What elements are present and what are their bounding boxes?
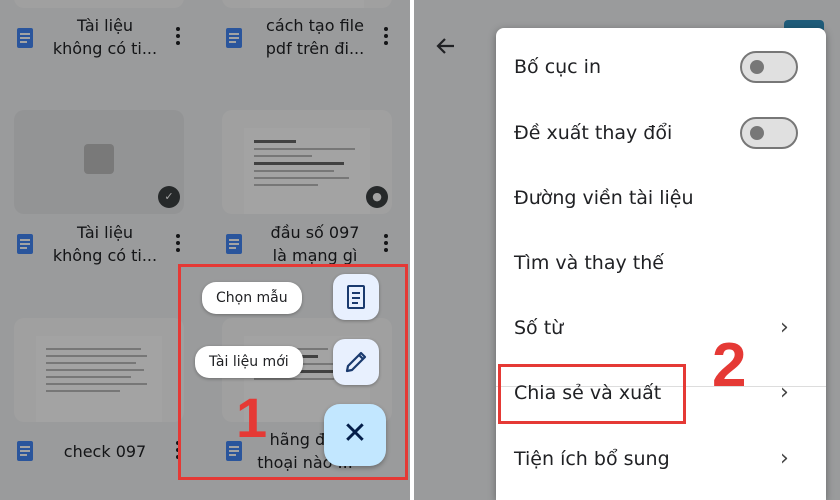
- step-number-1: 1: [236, 386, 268, 449]
- menu-item-print-layout[interactable]: Bố cục in: [496, 34, 826, 100]
- highlight-box-step2: [498, 364, 686, 424]
- chevron-right-icon: ›: [780, 380, 789, 405]
- menu-item-find-replace[interactable]: Tìm và thay thế: [496, 230, 826, 296]
- menu-item-suggest-changes[interactable]: Đề xuất thay đổi: [496, 100, 826, 166]
- overflow-menu: Bố cục in Đề xuất thay đổi Đường viền tà…: [496, 28, 826, 500]
- print-layout-toggle[interactable]: [740, 51, 798, 83]
- arrow-back-icon[interactable]: [434, 34, 458, 58]
- menu-item-label: Số từ: [514, 317, 564, 339]
- menu-item-label: Tiện ích bổ sung: [514, 448, 670, 470]
- menu-item-add-ons[interactable]: Tiện ích bổ sung ›: [496, 426, 826, 492]
- highlight-box-step1: [178, 264, 408, 480]
- menu-item-label: Bố cục in: [514, 56, 601, 78]
- docs-home-screen: Tài liệu không có ti... cách tạo file pdf …: [0, 0, 410, 500]
- menu-item-label: Tìm và thay thế: [514, 252, 664, 274]
- menu-item-document-outline[interactable]: Đường viền tài liệu: [496, 165, 826, 231]
- step-number-2: 2: [712, 331, 747, 400]
- chevron-right-icon: ›: [780, 446, 789, 471]
- menu-item-label: Đề xuất thay đổi: [514, 122, 673, 144]
- suggest-changes-toggle[interactable]: [740, 117, 798, 149]
- menu-item-label: Đường viền tài liệu: [514, 187, 694, 209]
- menu-item-word-count[interactable]: Số từ ›: [496, 295, 826, 361]
- chevron-right-icon: ›: [780, 315, 789, 340]
